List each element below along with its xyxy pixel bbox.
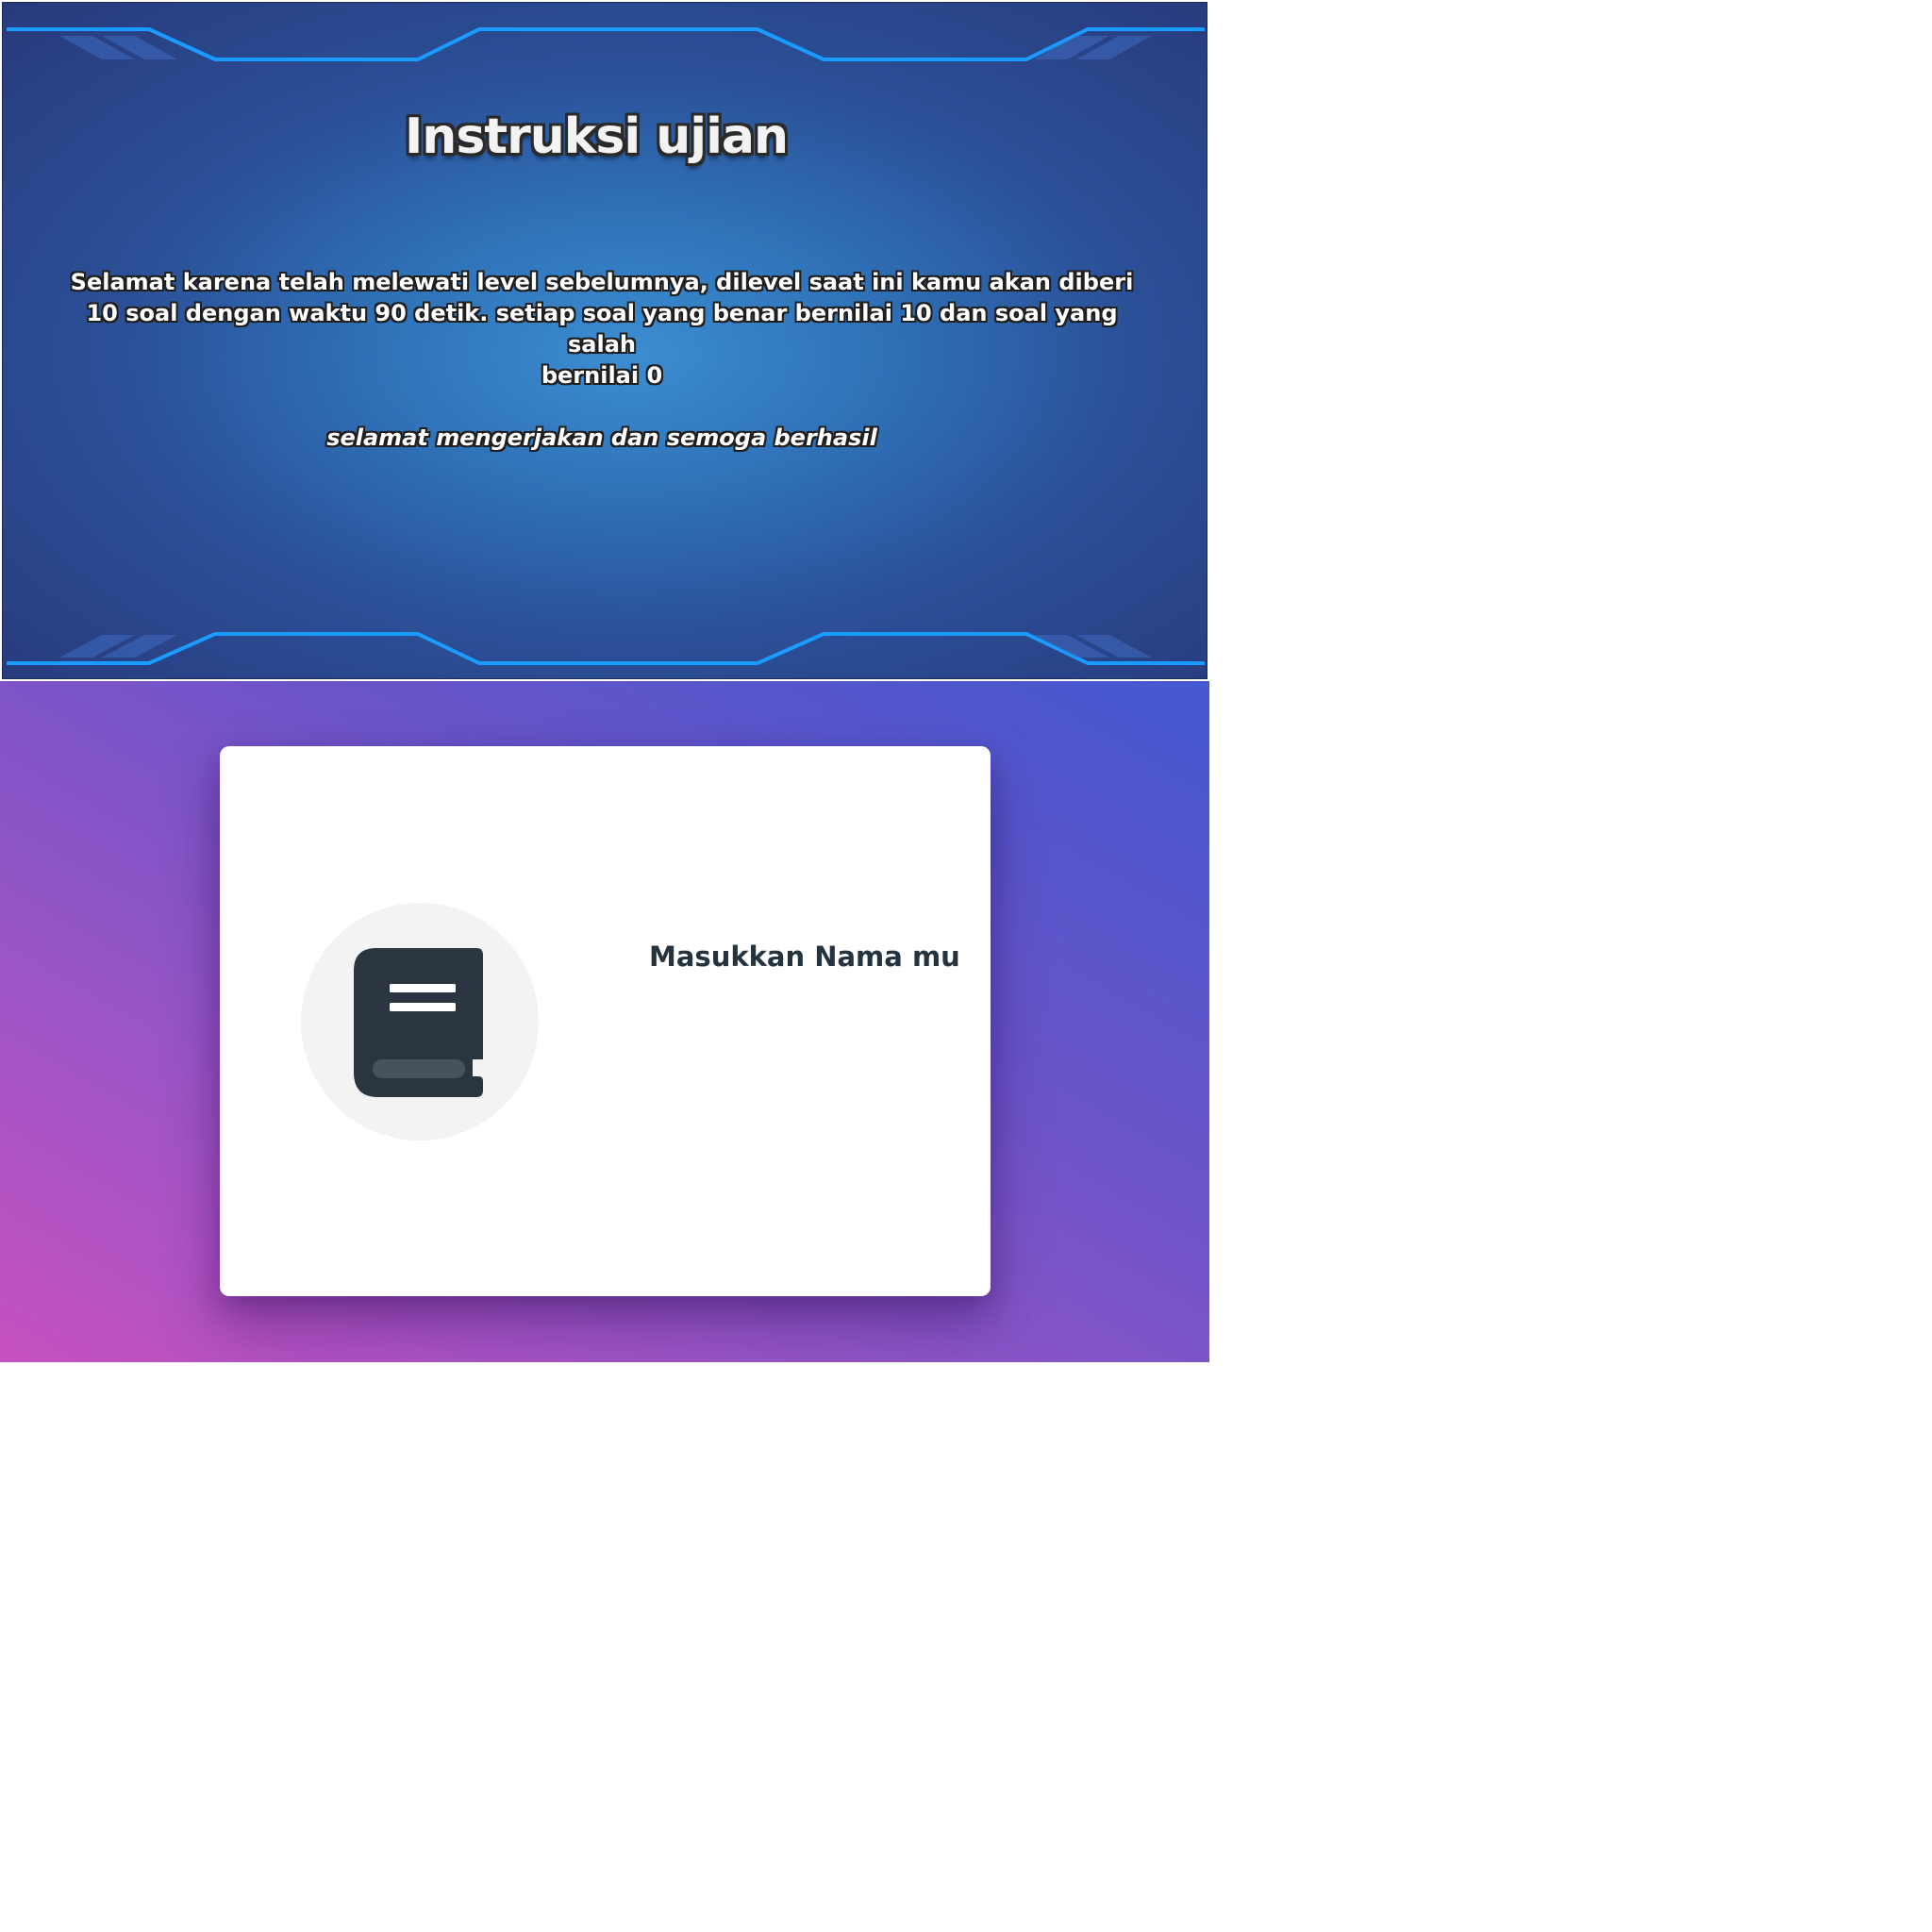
instruction-closing: selamat mengerjakan dan semoga berhasil — [326, 425, 877, 451]
instruction-line: bernilai 0 — [541, 362, 663, 389]
instruction-line: 10 soal dengan waktu 90 detik. setiap so… — [86, 300, 1118, 358]
instruction-title: Instruksi ujian — [404, 108, 789, 165]
name-entry-card: Masukkan Nama mu — [220, 746, 991, 1296]
instruction-text: Selamat karena telah melewati level sebe… — [69, 267, 1135, 454]
name-prompt-label: Masukkan Nama mu — [649, 941, 960, 973]
instruction-line: Selamat karena telah melewati level sebe… — [70, 269, 1134, 295]
top-frame-line — [7, 27, 1205, 61]
name-entry-section: Masukkan Nama mu — [0, 681, 1209, 1362]
instruction-panel: Instruksi ujian Selamat karena telah mel… — [2, 2, 1208, 679]
book-icon — [354, 948, 483, 1097]
icon-circle — [301, 903, 539, 1141]
bottom-frame-line — [7, 632, 1205, 665]
